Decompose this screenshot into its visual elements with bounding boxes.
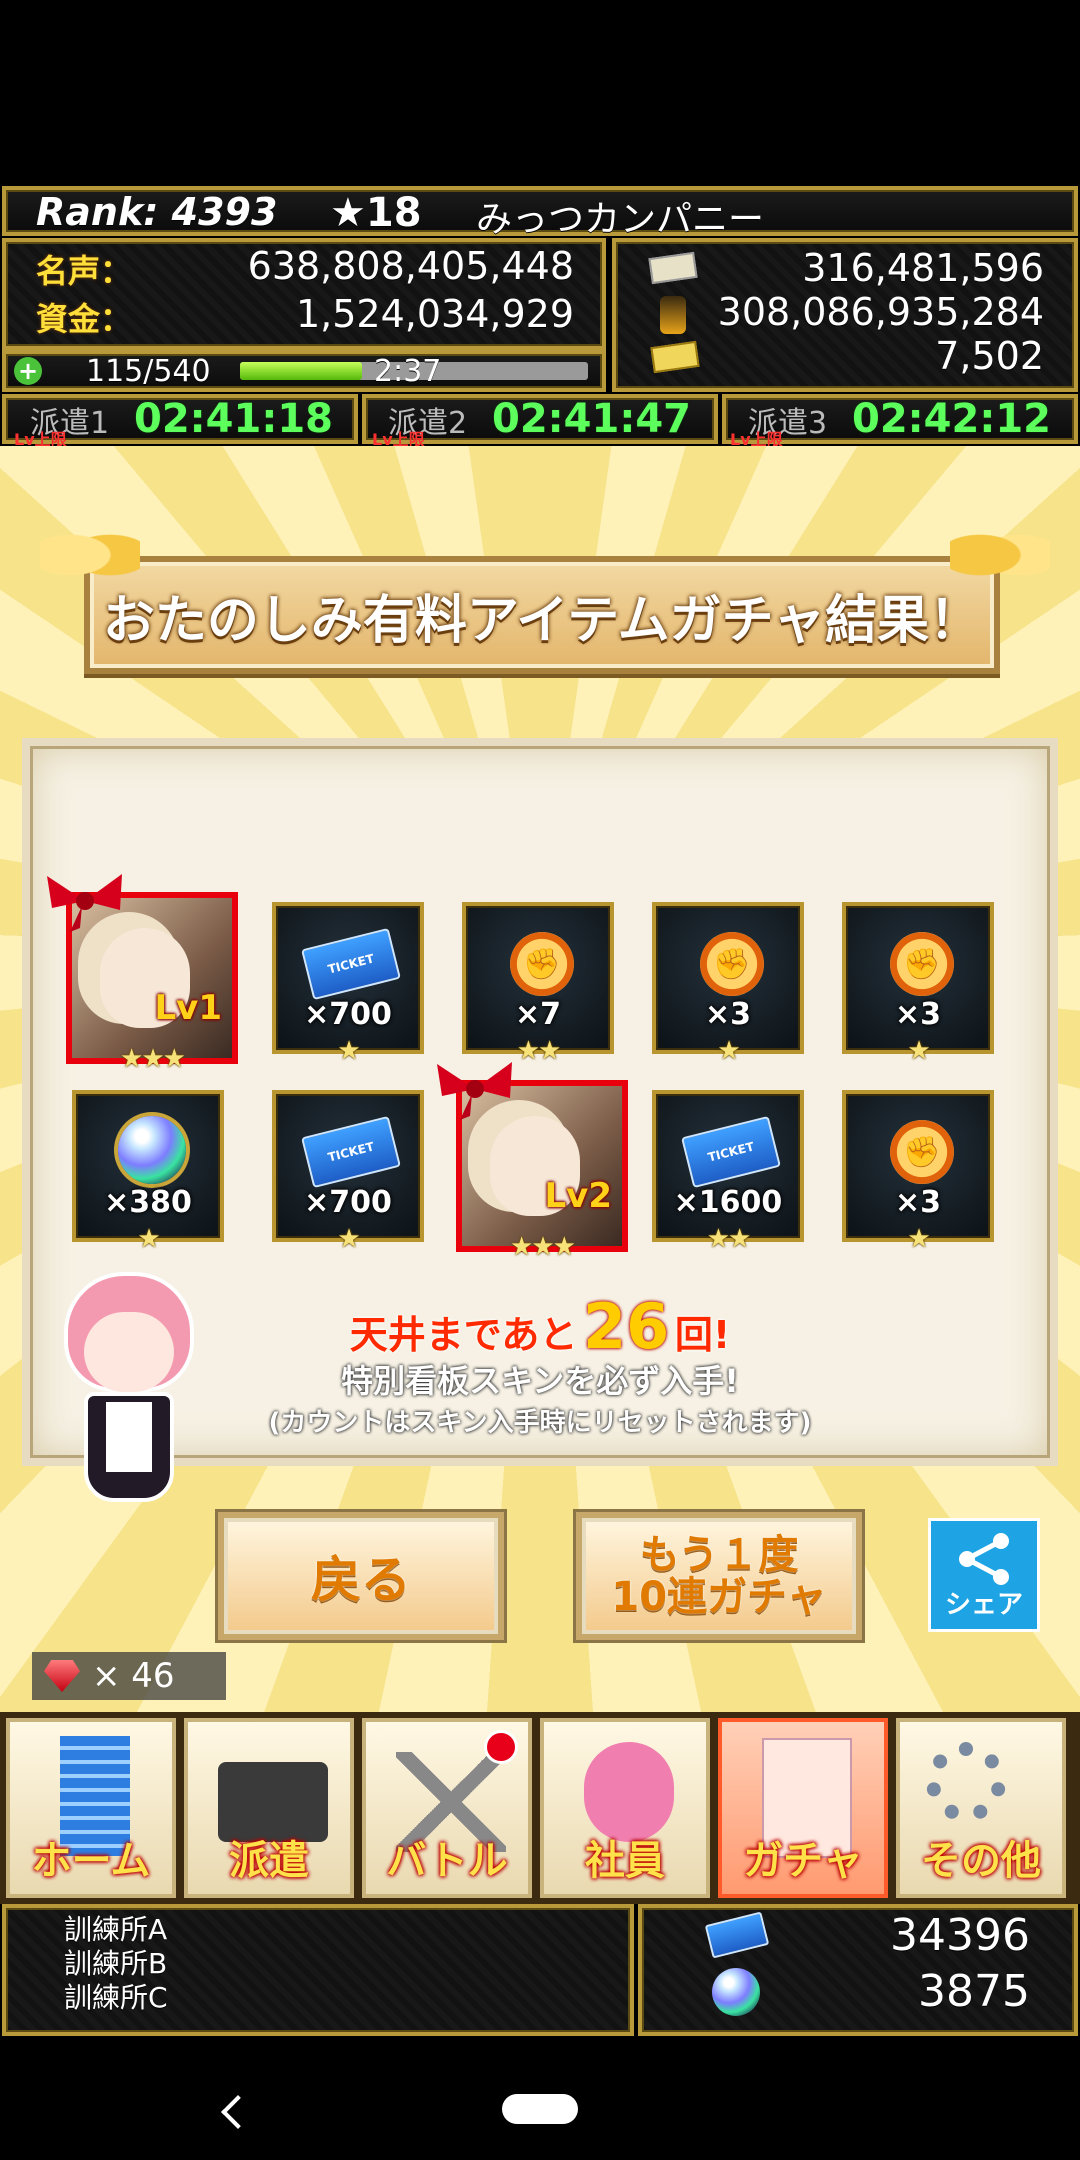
rarity-stars: ★ <box>907 1036 930 1066</box>
nav-battle[interactable]: バトル <box>362 1718 532 1898</box>
stamina-gauge-fill <box>240 362 362 380</box>
rarity-stars: ★ <box>717 1036 740 1066</box>
item-quantity: ×1600 <box>673 1185 783 1220</box>
retry-label-2: 10連ガチャ <box>611 1574 827 1620</box>
nav-other-label: その他 <box>921 1838 1041 1884</box>
item-quantity: ×3 <box>704 997 751 1032</box>
rank-label: Rank: 4393 <box>36 190 278 234</box>
home-pill[interactable] <box>502 2094 578 2124</box>
result-card[interactable]: ×380 ★ <box>72 1090 224 1254</box>
fist-icon: ✊ <box>890 932 954 996</box>
resource-2-value: 308,086,935,284 <box>717 290 1044 334</box>
nav-other[interactable]: その他 <box>896 1718 1066 1898</box>
item-quantity: ×700 <box>304 997 392 1032</box>
stamina-timer: 2:37 <box>374 354 442 389</box>
ribbon-bow-icon <box>47 874 122 932</box>
nav-gacha-label: ガチャ <box>743 1838 863 1884</box>
share-label: シェア <box>944 1590 1023 1620</box>
training-c[interactable]: 訓練所C <box>64 1976 168 2016</box>
notification-dot-icon <box>484 1730 518 1764</box>
result-card[interactable]: ✊ ×3 ★ <box>842 902 994 1066</box>
item-quantity: ×380 <box>104 1185 192 1220</box>
nav-dispatch[interactable]: 派遣 <box>184 1718 354 1898</box>
gem-icon <box>44 1660 80 1692</box>
ceiling-count: 26 <box>583 1290 670 1363</box>
ribbon-bow-icon <box>437 1062 512 1120</box>
dispatch-1-time: 02:41:18 <box>134 396 333 442</box>
nav-dispatch-label: 派遣 <box>229 1838 309 1884</box>
ticket-count: 34396 <box>890 1910 1030 1961</box>
banner-title: おたのしみ有料アイテムガチャ結果！ <box>102 590 982 651</box>
rarity-stars: ★ <box>907 1224 930 1254</box>
drink-icon <box>660 296 686 334</box>
dispatch-3-time: 02:42:12 <box>852 396 1051 442</box>
gem-count: × 46 <box>92 1656 175 1696</box>
rarity-stars: ★ <box>137 1224 160 1254</box>
maid-mascot <box>44 1272 204 1532</box>
back-label: 戻る <box>311 1551 411 1609</box>
nav-staff-label: 社員 <box>585 1838 665 1884</box>
right-ribbon-icon <box>950 520 1050 590</box>
ticket-icon: TICKET <box>301 1115 401 1189</box>
left-ribbon-icon <box>40 520 140 590</box>
item-quantity: ×7 <box>514 997 561 1032</box>
rarity-stars: ★ <box>337 1036 360 1066</box>
result-card[interactable]: TICKET ×1600 ★★ <box>652 1090 804 1254</box>
nav-staff[interactable]: 社員 <box>540 1718 710 1898</box>
plus-icon[interactable]: + <box>14 357 42 385</box>
fame-value: 638,808,405,448 <box>247 244 574 288</box>
orb-icon <box>118 1116 186 1184</box>
title-banner: おたのしみ有料アイテムガチャ結果！ <box>84 556 1000 674</box>
dispatch-2-time: 02:41:47 <box>492 396 691 442</box>
fist-icon: ✊ <box>700 932 764 996</box>
rarity-stars: ★★★ <box>120 1044 186 1074</box>
result-card[interactable]: ✊ ×3 ★ <box>652 902 804 1066</box>
fist-icon: ✊ <box>890 1120 954 1184</box>
back-button[interactable]: 戻る <box>218 1512 504 1640</box>
level-label: Lv1 <box>154 988 223 1028</box>
level-label: Lv2 <box>544 1176 613 1216</box>
orb-count: 3875 <box>918 1966 1030 2017</box>
result-card[interactable]: Lv1 ★★★ <box>47 874 238 1074</box>
item-quantity: ×3 <box>894 1185 941 1220</box>
rarity-stars: ★★★ <box>510 1232 576 1262</box>
result-card[interactable]: TICKET ×700 ★ <box>272 1090 424 1254</box>
retry-gacha-button[interactable]: もう１度 10連ガチャ <box>576 1512 862 1640</box>
share-icon <box>959 1533 1009 1585</box>
gear-trophy-icon <box>926 1742 1006 1822</box>
stamina-value: 115/540 <box>86 354 211 389</box>
staff-avatar-icon <box>584 1742 674 1842</box>
fist-icon: ✊ <box>510 932 574 996</box>
item-quantity: ×700 <box>304 1185 392 1220</box>
gem-counter: × 46 <box>32 1652 226 1700</box>
item-quantity: ×3 <box>894 997 941 1032</box>
funds-label: 資金： <box>36 300 133 338</box>
retry-label-1: もう１度 <box>639 1532 799 1578</box>
rarity-stars: ★ <box>337 1224 360 1254</box>
result-card[interactable]: Lv2 ★★★ <box>437 1062 628 1262</box>
result-card[interactable]: TICKET ×700 ★ <box>272 902 424 1066</box>
company-name: みっつカンパニー <box>476 199 765 240</box>
funds-value: 1,524,034,929 <box>295 292 574 336</box>
nav-home-label: ホーム <box>31 1838 151 1884</box>
share-button[interactable]: シェア <box>928 1518 1040 1632</box>
fame-label: 名声： <box>36 252 133 290</box>
ticket-icon: TICKET <box>301 927 401 1001</box>
ceiling-prefix: 天井まであと <box>349 1313 578 1357</box>
nav-gacha[interactable]: ガチャ <box>718 1718 888 1898</box>
result-card[interactable]: ✊ ×3 ★ <box>842 1090 994 1254</box>
nav-battle-label: バトル <box>386 1838 508 1884</box>
nav-home[interactable]: ホーム <box>6 1718 176 1898</box>
result-card[interactable]: ✊ ×7 ★★ <box>462 902 614 1066</box>
ticket-icon: TICKET <box>681 1115 781 1189</box>
resource-3-value: 7,502 <box>935 334 1044 378</box>
orb-icon <box>712 1968 760 2016</box>
ceiling-suffix: 回! <box>674 1313 731 1357</box>
star-count: ★18 <box>330 190 422 236</box>
rarity-stars: ★★ <box>706 1224 752 1254</box>
resource-1-value: 316,481,596 <box>802 246 1044 290</box>
back-chevron-icon[interactable] <box>221 2095 255 2129</box>
